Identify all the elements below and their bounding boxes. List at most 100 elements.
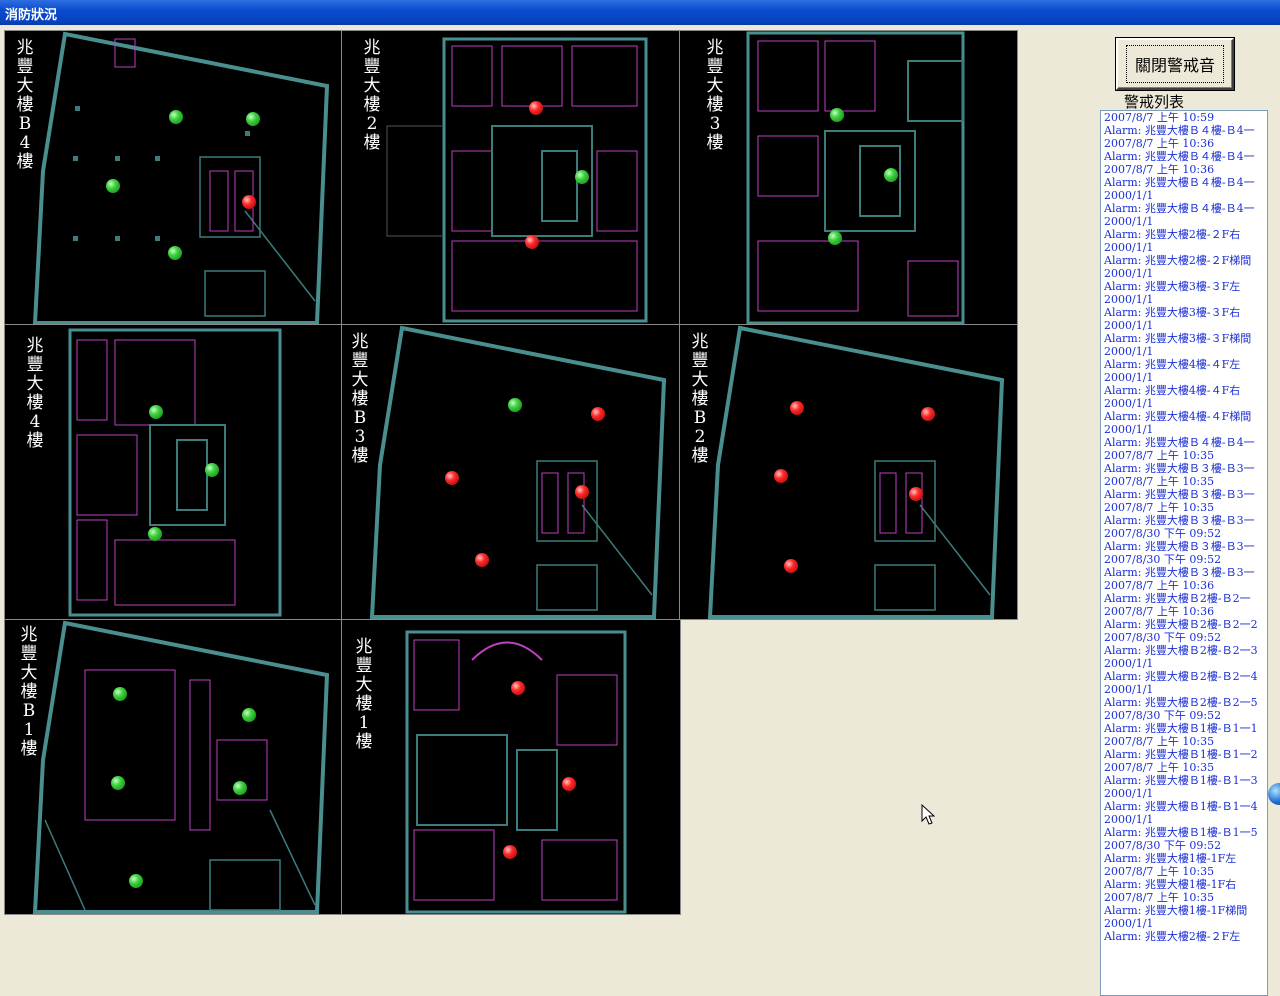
alarm-list-item[interactable]: 2007/8/30 下午 09:52 (1101, 527, 1267, 540)
alarm-list-item[interactable]: 2007/8/30 下午 09:52 (1101, 553, 1267, 566)
sensor-dot-b4-2[interactable] (246, 112, 260, 126)
alarm-list-item[interactable]: Alarm: 兆豐大樓3樓-３F左 (1101, 280, 1267, 293)
floor-panel-b2[interactable]: 兆豐大樓B2樓 (679, 324, 1018, 620)
sensor-dot-b4-1[interactable] (169, 110, 183, 124)
alarm-list-item[interactable]: 2000/1/1 (1101, 319, 1267, 332)
alarm-list-item[interactable]: Alarm: 兆豐大樓Ｂ1樓-Ｂ1一3 (1101, 774, 1267, 787)
alarm-list-item[interactable]: Alarm: 兆豐大樓Ｂ４樓-Ｂ4一 (1101, 150, 1267, 163)
floor-panel-b1[interactable]: 兆豐大樓B1樓 (4, 619, 343, 915)
alarm-list-item[interactable]: Alarm: 兆豐大樓Ｂ1樓-Ｂ1一2 (1101, 748, 1267, 761)
sensor-dot-b1-3[interactable] (111, 776, 125, 790)
sensor-dot-b1-4[interactable] (233, 781, 247, 795)
alarm-list-item[interactable]: 2007/8/7 上午 10:35 (1101, 449, 1267, 462)
alarm-list-item[interactable]: Alarm: 兆豐大樓3樓-３F梯間 (1101, 332, 1267, 345)
sensor-dot-b2-3[interactable] (774, 469, 788, 483)
sensor-dot-2f-1[interactable] (529, 101, 543, 115)
sensor-dot-b1-2[interactable] (242, 708, 256, 722)
sensor-dot-2f-3[interactable] (525, 235, 539, 249)
floor-panel-b3[interactable]: 兆豐大樓B3樓 (341, 324, 681, 620)
alarm-list-item[interactable]: 2000/1/1 (1101, 397, 1267, 410)
sensor-dot-1f-3[interactable] (503, 845, 517, 859)
alarm-list-item[interactable]: 2000/1/1 (1101, 241, 1267, 254)
alarm-list-item[interactable]: 2007/8/7 上午 10:36 (1101, 605, 1267, 618)
sensor-dot-1f-1[interactable] (511, 681, 525, 695)
alarm-list-item[interactable]: 2007/8/30 下午 09:52 (1101, 709, 1267, 722)
alarm-list-item[interactable]: 2007/8/7 上午 10:35 (1101, 761, 1267, 774)
alarm-list-item[interactable]: Alarm: 兆豐大樓2樓-２F右 (1101, 228, 1267, 241)
sensor-dot-b1-1[interactable] (113, 687, 127, 701)
alarm-list-item[interactable]: 2007/8/7 上午 10:36 (1101, 579, 1267, 592)
alarm-list-item[interactable]: 2007/8/7 上午 10:36 (1101, 163, 1267, 176)
alarm-list-item[interactable]: Alarm: 兆豐大樓2樓-２F梯間 (1101, 254, 1267, 267)
alarm-list-item[interactable]: 2007/8/7 上午 10:35 (1101, 735, 1267, 748)
alarm-list-item[interactable]: Alarm: 兆豐大樓Ｂ４樓-Ｂ4一 (1101, 124, 1267, 137)
sensor-dot-b3-1[interactable] (508, 398, 522, 412)
alarm-list-item[interactable]: Alarm: 兆豐大樓Ｂ1樓-Ｂ1一4 (1101, 800, 1267, 813)
alarm-list-item[interactable]: Alarm: 兆豐大樓Ｂ３樓-Ｂ3一 (1101, 462, 1267, 475)
alarm-list-item[interactable]: 2000/1/1 (1101, 189, 1267, 202)
alarm-list-item[interactable]: Alarm: 兆豐大樓Ｂ３樓-Ｂ3一 (1101, 566, 1267, 579)
sensor-dot-b3-5[interactable] (475, 553, 489, 567)
sensor-dot-b4-5[interactable] (168, 246, 182, 260)
alarm-list-item[interactable]: Alarm: 兆豐大樓Ｂ2樓-Ｂ2一 (1101, 592, 1267, 605)
alarm-list-item[interactable]: 2007/8/30 下午 09:52 (1101, 839, 1267, 852)
alarm-list-item[interactable]: 2000/1/1 (1101, 423, 1267, 436)
sensor-dot-b3-3[interactable] (445, 471, 459, 485)
sensor-dot-4f-1[interactable] (149, 405, 163, 419)
alarm-list-item[interactable]: Alarm: 兆豐大樓1樓-1F梯間 (1101, 904, 1267, 917)
sensor-dot-3f-2[interactable] (884, 168, 898, 182)
alarm-list-item[interactable]: 2007/8/7 上午 10:35 (1101, 891, 1267, 904)
sensor-dot-1f-2[interactable] (562, 777, 576, 791)
alarm-list-item[interactable]: 2000/1/1 (1101, 345, 1267, 358)
sensor-dot-b2-2[interactable] (921, 407, 935, 421)
alarm-list-item[interactable]: 2007/8/7 上午 10:59 (1101, 111, 1267, 124)
alarm-list-item[interactable]: Alarm: 兆豐大樓Ｂ４樓-Ｂ4一 (1101, 436, 1267, 449)
alarm-list-item[interactable]: Alarm: 兆豐大樓Ｂ４樓-Ｂ4一 (1101, 176, 1267, 189)
alarm-list-item[interactable]: 2007/8/7 上午 10:35 (1101, 865, 1267, 878)
alarm-list-item[interactable]: Alarm: 兆豐大樓Ｂ2樓-Ｂ2一3 (1101, 644, 1267, 657)
alarm-list-item[interactable]: 2000/1/1 (1101, 683, 1267, 696)
alarm-list-item[interactable]: Alarm: 兆豐大樓1樓-1F左 (1101, 852, 1267, 865)
alarm-list-item[interactable]: Alarm: 兆豐大樓3樓-３F右 (1101, 306, 1267, 319)
floor-panel-b4[interactable]: 兆豐大樓B4樓 (4, 30, 343, 325)
sensor-dot-4f-2[interactable] (205, 463, 219, 477)
alarm-list-item[interactable]: Alarm: 兆豐大樓Ｂ1樓-Ｂ1一1 (1101, 722, 1267, 735)
alarm-list-item[interactable]: 2000/1/1 (1101, 267, 1267, 280)
alarm-list-item[interactable]: Alarm: 兆豐大樓Ｂ３樓-Ｂ3一 (1101, 488, 1267, 501)
alarm-list-item[interactable]: 2000/1/1 (1101, 371, 1267, 384)
alarm-list-item[interactable]: 2000/1/1 (1101, 917, 1267, 930)
sensor-dot-b2-5[interactable] (784, 559, 798, 573)
alarm-list-item[interactable]: Alarm: 兆豐大樓Ｂ2樓-Ｂ2一5 (1101, 696, 1267, 709)
sensor-dot-4f-3[interactable] (148, 527, 162, 541)
alarm-list-item[interactable]: 2007/8/7 上午 10:36 (1101, 137, 1267, 150)
alarm-list-item[interactable]: 2000/1/1 (1101, 787, 1267, 800)
floor-panel-2f[interactable]: 兆豐大樓2樓 (341, 30, 681, 325)
alarm-list-item[interactable]: Alarm: 兆豐大樓Ｂ2樓-Ｂ2一2 (1101, 618, 1267, 631)
floor-panel-3f[interactable]: 兆豐大樓3樓 (679, 30, 1018, 325)
sensor-dot-b3-2[interactable] (591, 407, 605, 421)
alarm-listbox[interactable]: 2007/8/7 上午 10:59 Alarm: 兆豐大樓Ｂ４樓-Ｂ4一 2007/… (1100, 110, 1268, 996)
sensor-dot-b4-3[interactable] (106, 179, 120, 193)
alarm-list-item[interactable]: Alarm: 兆豐大樓Ｂ４樓-Ｂ4一 (1101, 202, 1267, 215)
alarm-list-item[interactable]: 2000/1/1 (1101, 813, 1267, 826)
sensor-dot-b2-1[interactable] (790, 401, 804, 415)
sensor-dot-b2-4[interactable] (909, 487, 923, 501)
alarm-list-item[interactable]: Alarm: 兆豐大樓Ｂ1樓-Ｂ1一5 (1101, 826, 1267, 839)
alarm-list-item[interactable]: Alarm: 兆豐大樓1樓-1F右 (1101, 878, 1267, 891)
alarm-list-item[interactable]: Alarm: 兆豐大樓2樓-２F左 (1101, 930, 1267, 943)
alarm-list-item[interactable]: 2000/1/1 (1101, 293, 1267, 306)
sensor-dot-b3-4[interactable] (575, 485, 589, 499)
alarm-list-item[interactable]: Alarm: 兆豐大樓4樓-４F左 (1101, 358, 1267, 371)
alarm-list-item[interactable]: 2000/1/1 (1101, 657, 1267, 670)
alarm-list-item[interactable]: Alarm: 兆豐大樓Ｂ３樓-Ｂ3一 (1101, 540, 1267, 553)
alarm-list-item[interactable]: 2000/1/1 (1101, 215, 1267, 228)
sensor-dot-3f-1[interactable] (830, 108, 844, 122)
silence-alarm-button[interactable]: 關閉警戒音 (1116, 38, 1234, 90)
floor-panel-4f[interactable]: 兆豐大樓4樓 (4, 324, 343, 620)
sensor-dot-2f-2[interactable] (575, 170, 589, 184)
sensor-dot-b1-5[interactable] (129, 874, 143, 888)
alarm-list-item[interactable]: Alarm: 兆豐大樓4樓-４F右 (1101, 384, 1267, 397)
alarm-list-item[interactable]: 2007/8/30 下午 09:52 (1101, 631, 1267, 644)
alarm-list-item[interactable]: 2007/8/7 上午 10:35 (1101, 501, 1267, 514)
sensor-dot-3f-3[interactable] (828, 231, 842, 245)
